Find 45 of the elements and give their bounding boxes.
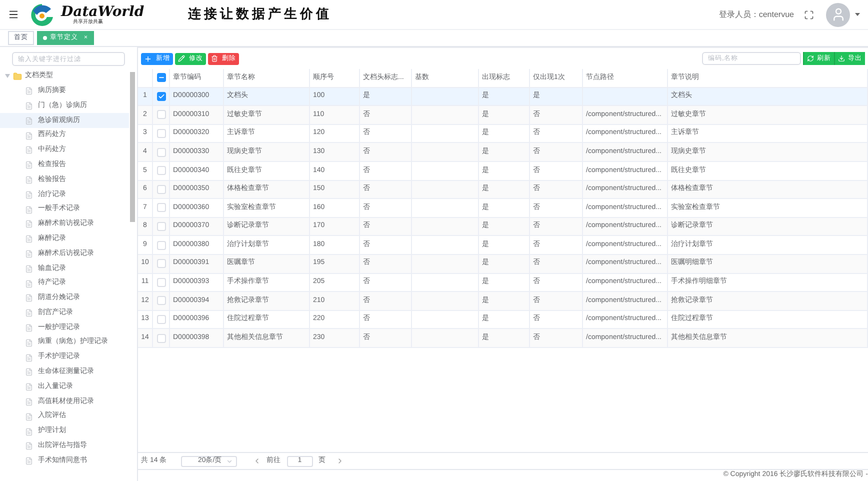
scrollbar[interactable] [130,72,135,222]
document-icon [25,398,33,406]
document-icon [25,338,33,347]
document-icon [25,250,33,258]
document-icon [25,368,33,376]
document-icon [25,294,33,302]
caret-icon[interactable] [855,13,860,16]
document-icon [25,87,33,96]
menu-icon[interactable] [8,9,19,20]
document-icon [25,383,33,392]
document-icon [25,280,33,288]
logo-icon [29,2,55,26]
document-icon [25,146,33,154]
pencil-icon [178,55,185,62]
document-icon [25,324,33,332]
download-icon [838,55,845,62]
document-icon [25,190,33,199]
document-icon [25,206,33,214]
document-icon [25,412,33,421]
check-icon [158,92,164,100]
user-label: 登录人员：centervue [718,8,794,20]
document-icon [25,264,33,273]
chevron-down-icon [226,458,233,464]
refresh-icon [807,55,814,62]
document-icon [25,220,33,228]
avatar[interactable] [826,2,850,26]
document-icon [25,428,33,436]
document-icon [25,457,33,466]
row-checkbox[interactable] [156,92,166,101]
row-checkbox[interactable] [156,73,166,82]
document-icon [25,161,33,170]
document-icon [25,132,33,140]
logo-text: DataWorld [61,4,144,18]
document-icon [25,102,33,110]
trash-icon [211,55,218,62]
slogan: 连接让数据产生价值 [188,6,332,24]
document-icon [25,235,33,244]
document-icon [25,116,33,125]
document-icon [25,176,33,184]
document-icon [25,309,33,318]
document-icon [25,354,33,362]
folder-icon [13,72,22,81]
plus-icon [144,54,152,62]
fullscreen-icon[interactable] [804,10,814,20]
document-icon [25,442,33,450]
